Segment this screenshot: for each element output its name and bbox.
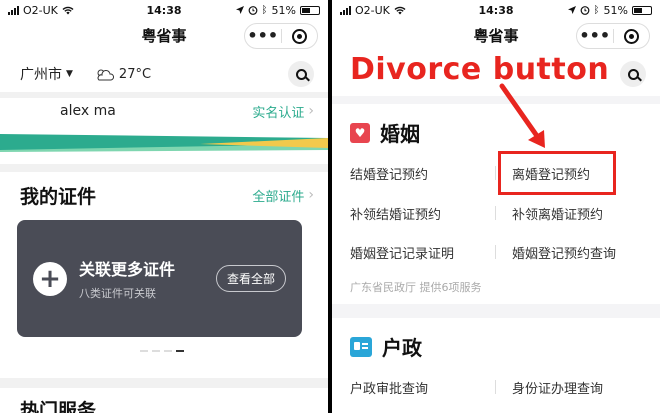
service-divider [495,166,496,180]
panel-title: 婚姻 [380,122,420,146]
battery-icon [632,5,652,15]
section-divider [0,378,328,388]
chevron-right-icon: › [308,103,314,119]
target-icon [291,28,307,44]
my-certificates-header: 我的证件 全部证件 › [20,180,314,210]
carousel-dot-active [176,350,184,352]
realname-auth-label: 实名认证 [252,105,305,121]
all-certificates-link[interactable]: 全部证件 › [252,186,314,205]
card-subtitle: 八类证件可关联 [79,287,156,300]
reissue-divorce-cert-appointment[interactable]: 补领离婚证预约 [512,204,603,223]
realname-auth-link[interactable]: 实名认证 › [252,102,314,121]
close-target-button[interactable] [282,28,318,44]
status-time: 14:38 [146,3,182,17]
section-title: 我的证件 [20,185,97,208]
close-target-button[interactable] [614,28,650,44]
target-icon [623,28,639,44]
section-divider [0,164,328,172]
mini-program-capsule: ••• [576,23,650,49]
divorce-highlight-box [498,151,616,195]
user-row: alex ma 实名认证 › [0,98,328,124]
reissue-marriage-cert-appointment[interactable]: 补领结婚证预约 [350,204,441,223]
annotation-label: Divorce button [350,52,610,87]
nav-title: 粤省事 [141,26,187,45]
search-button[interactable] [620,61,646,87]
search-icon [627,68,639,80]
user-name: alex ma [60,103,116,119]
weather-info: 27°C [93,67,151,82]
household-approval-query[interactable]: 户政审批查询 [350,378,428,397]
status-bar: O2-UK 14:38 ᛒ 51% [332,0,660,20]
marriage-panel: ♥ 婚姻 结婚登记预约 离婚登记预约 补领结婚证预约 补领离婚证预约 婚姻登记记… [332,104,660,304]
service-divider [495,245,496,259]
plus-icon: + [33,261,67,296]
mini-program-capsule: ••• [244,23,318,49]
card-title: 关联更多证件 [79,260,176,279]
chevron-right-icon: › [308,187,314,203]
marriage-registration-appointment[interactable]: 结婚登记预约 [350,164,428,183]
location-row: 广州市 ▼ 27°C [0,58,328,90]
more-dots-icon[interactable]: ••• [577,28,613,44]
decorative-wave [0,134,328,164]
search-icon [295,68,307,80]
carousel-dot [164,350,172,352]
caret-down-icon[interactable]: ▼ [66,69,73,79]
marriage-header: ♥ 婚姻 [350,118,420,147]
battery-icon [300,5,320,15]
left-phone-screen: O2-UK 14:38 ᛒ 51% 粤省事 ••• 广州市 ▼ 27°C ale… [0,0,328,413]
panel-title: 户政 [382,336,422,360]
city-selector[interactable]: 广州市 [20,64,62,84]
service-divider [495,206,496,220]
marriage-record-certificate[interactable]: 婚姻登记记录证明 [350,243,454,262]
view-all-button[interactable]: 查看全部 [215,265,286,292]
hot-services-title: 热门服务 [20,400,97,413]
status-time: 14:38 [478,3,514,17]
right-phone-screen: O2-UK 14:38 ᛒ 51% 粤省事 ••• ♥ 婚姻 结婚登记预约 离婚 [332,0,660,413]
more-dots-icon[interactable]: ••• [245,28,281,44]
household-header: 户政 [350,332,422,361]
nav-title: 粤省事 [473,26,519,45]
status-bar: O2-UK 14:38 ᛒ 51% [0,0,328,20]
link-certificates-card[interactable]: + 关联更多证件 八类证件可关联 查看全部 [17,220,302,337]
weather-cloud-icon [97,69,114,81]
service-divider [495,380,496,394]
carousel-dot [152,350,160,352]
all-certificates-label: 全部证件 [252,189,305,205]
nav-bar: 粤省事 ••• [0,20,328,50]
id-card-icon [350,336,372,357]
search-button[interactable] [288,61,314,87]
nav-bar: 粤省事 ••• [332,20,660,50]
temperature: 27°C [118,66,152,82]
marriage-appointment-query[interactable]: 婚姻登记预约查询 [512,243,616,262]
carousel-dots [140,350,184,352]
service-provider-note: 广东省民政厅 提供6项服务 [350,281,482,294]
carousel-dot [140,350,148,352]
id-card-processing-query[interactable]: 身份证办理查询 [512,378,603,397]
household-panel: 户政 户政审批查询 身份证办理查询 [332,318,660,413]
heart-icon: ♥ [350,122,370,143]
